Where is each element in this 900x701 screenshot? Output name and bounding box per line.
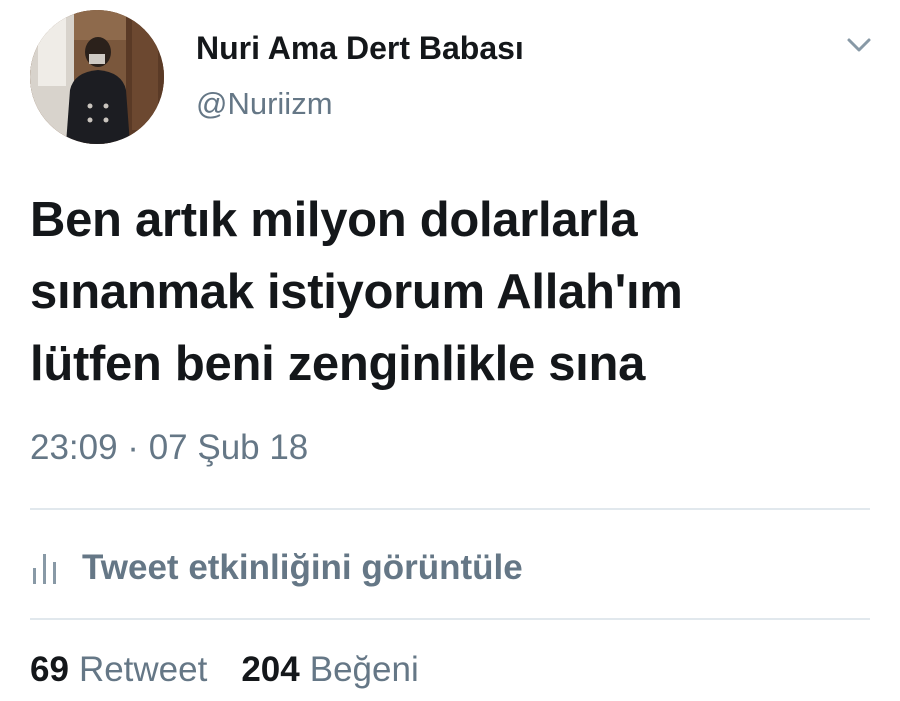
bar-chart-icon bbox=[33, 554, 56, 584]
view-tweet-activity-button[interactable]: Tweet etkinliğini görüntüle bbox=[30, 540, 523, 596]
display-name[interactable]: Nuri Ama Dert Babası bbox=[196, 30, 524, 67]
tweet-text: Ben artık milyon dolarlarla sınanmak ist… bbox=[30, 193, 683, 391]
retweet-count-link[interactable]: 69 Retweet bbox=[30, 650, 207, 690]
tweet-stats: 69 Retweet 204 Beğeni bbox=[30, 650, 453, 690]
avatar[interactable] bbox=[30, 10, 164, 144]
retweet-count: 69 bbox=[30, 650, 69, 689]
username[interactable]: @Nuriizm bbox=[196, 86, 333, 122]
retweet-label: Retweet bbox=[78, 650, 208, 689]
tweet-timestamp[interactable]: 23:09 · 07 Şub 18 bbox=[30, 428, 308, 468]
tweet-card: Nuri Ama Dert Babası @Nuriizm Ben artık … bbox=[0, 0, 900, 701]
divider bbox=[30, 618, 870, 620]
chevron-down-icon[interactable] bbox=[842, 30, 876, 60]
divider bbox=[30, 508, 870, 510]
like-count-link[interactable]: 204 Beğeni bbox=[241, 650, 418, 690]
profile-photo-icon bbox=[30, 10, 164, 144]
view-tweet-activity-label: Tweet etkinliğini görüntüle bbox=[82, 548, 523, 587]
like-count: 204 bbox=[241, 650, 300, 689]
like-label: Beğeni bbox=[309, 650, 419, 689]
